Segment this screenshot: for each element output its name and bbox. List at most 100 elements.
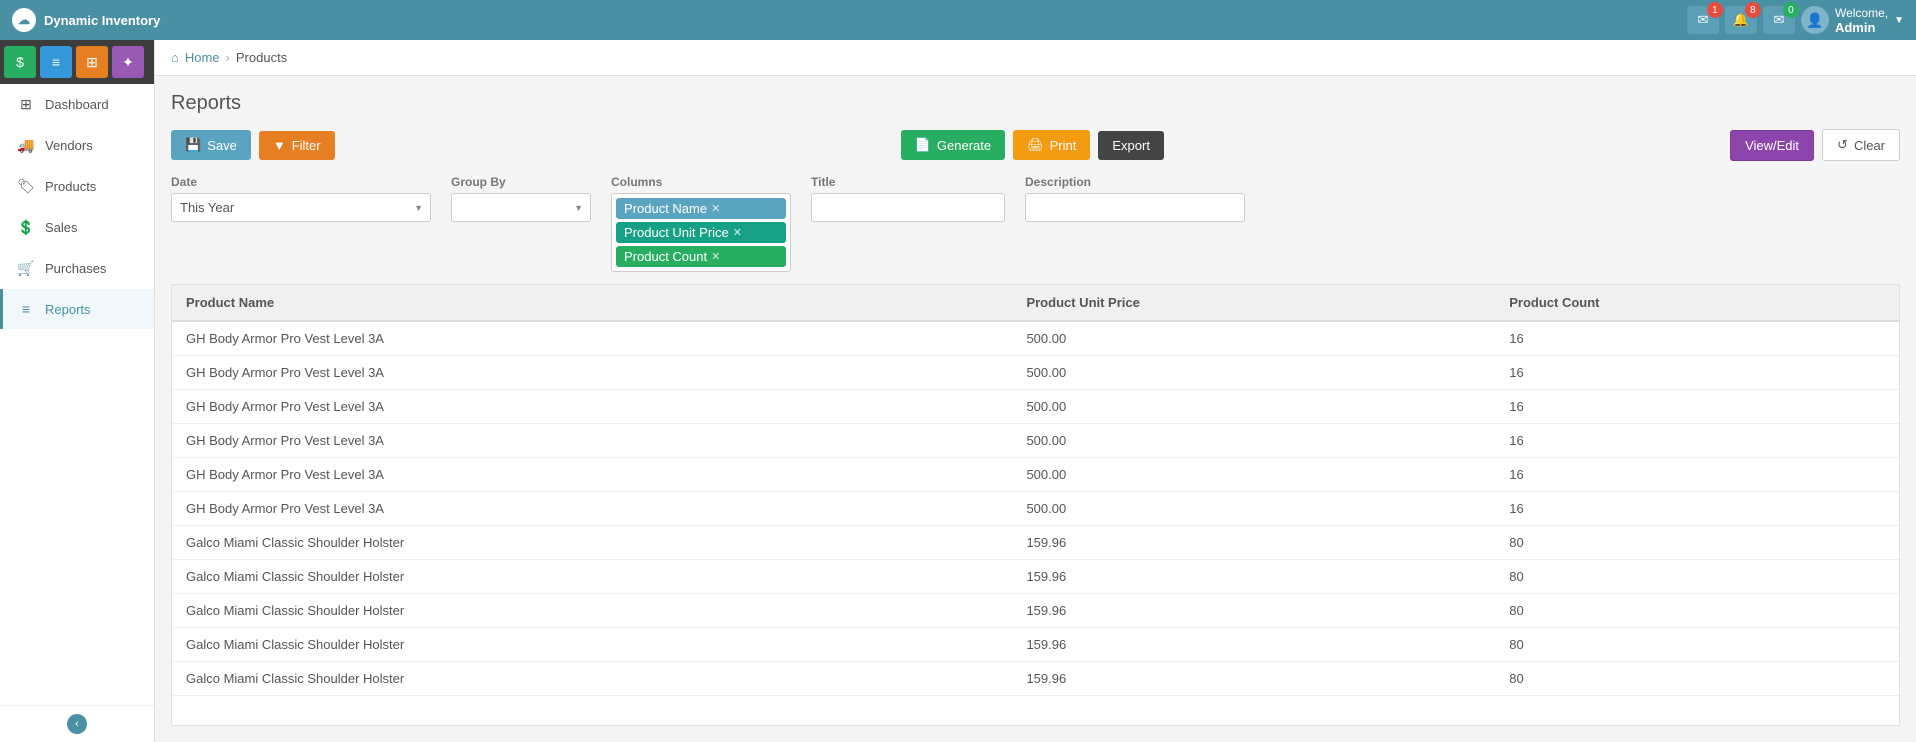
toolbar: 💾 Save ▼ Filter 📄 Generate 🖨 Print E (171, 129, 1900, 161)
table-row: GH Body Armor Pro Vest Level 3A 500.00 1… (172, 458, 1899, 492)
sidebar-list-button[interactable]: ≡ (40, 46, 72, 78)
product-unit-price-cell: 500.00 (1012, 321, 1495, 356)
envelope-badge: 0 (1783, 2, 1799, 18)
sidebar-item-dashboard[interactable]: ⊞ Dashboard (0, 84, 154, 125)
sidebar-item-purchases[interactable]: 🛒 Purchases (0, 248, 154, 289)
table-header: Product Name Product Unit Price Product … (172, 285, 1899, 321)
sidebar-dollar-button[interactable]: $ (4, 46, 36, 78)
sidebar-grid-button[interactable]: ✦ (112, 46, 144, 78)
user-menu[interactable]: 👤 Welcome,Admin ▼ (1801, 6, 1904, 35)
generate-button[interactable]: 📄 Generate (901, 130, 1005, 160)
product-unit-price-cell: 159.96 (1012, 560, 1495, 594)
description-filter-group: Description (1025, 175, 1245, 222)
navbar-right: ✉ 1 🔔 8 ✉ 0 👤 Welcome,Admin ▼ (1687, 6, 1904, 35)
sidebar: $ ≡ ⊞ ✦ ⊞ Dashboard 🚚 Vendors 🏷 Products… (0, 40, 155, 742)
print-button[interactable]: 🖨 Print (1013, 130, 1090, 160)
description-label: Description (1025, 175, 1245, 189)
envelope-icon: ✉ (1774, 12, 1785, 28)
product-count-cell: 16 (1495, 390, 1899, 424)
product-unit-price-close-icon[interactable]: ✕ (733, 226, 742, 239)
product-unit-price-cell: 159.96 (1012, 526, 1495, 560)
sidebar-item-vendors[interactable]: 🚚 Vendors (0, 125, 154, 166)
clear-button[interactable]: ↺ Clear (1822, 129, 1900, 161)
product-name-cell: GH Body Armor Pro Vest Level 3A (172, 492, 1012, 526)
filter-label: Filter (292, 138, 321, 153)
user-welcome: Welcome,Admin (1835, 6, 1888, 35)
sidebar-item-label: Products (45, 179, 96, 194)
generate-label: Generate (937, 138, 991, 153)
product-name-tag[interactable]: Product Name ✕ (616, 198, 786, 219)
table-row: GH Body Armor Pro Vest Level 3A 500.00 1… (172, 321, 1899, 356)
main-layout: $ ≡ ⊞ ✦ ⊞ Dashboard 🚚 Vendors 🏷 Products… (0, 40, 1916, 742)
description-input[interactable] (1025, 193, 1245, 222)
product-unit-price-cell: 500.00 (1012, 458, 1495, 492)
envelope-nav-button[interactable]: ✉ 0 (1763, 6, 1795, 34)
product-unit-price-tag[interactable]: Product Unit Price ✕ (616, 222, 786, 243)
sidebar-item-label: Purchases (45, 261, 106, 276)
page-content: Reports 💾 Save ▼ Filter 📄 Generate 🖨 (155, 76, 1916, 742)
data-table: Product Name Product Unit Price Product … (172, 285, 1899, 696)
table-row: Galco Miami Classic Shoulder Holster 159… (172, 628, 1899, 662)
table-row: GH Body Armor Pro Vest Level 3A 500.00 1… (172, 390, 1899, 424)
home-icon: ⌂ (171, 50, 179, 65)
date-select[interactable]: This Year Last Year This Month Last Mont… (171, 193, 431, 222)
brand-name: Dynamic Inventory (44, 13, 160, 28)
product-unit-price-cell: 159.96 (1012, 594, 1495, 628)
product-name-cell: Galco Miami Classic Shoulder Holster (172, 662, 1012, 696)
sidebar-item-label: Vendors (45, 138, 93, 153)
product-name-cell: GH Body Armor Pro Vest Level 3A (172, 356, 1012, 390)
view-edit-label: View/Edit (1745, 138, 1799, 153)
product-count-cell: 16 (1495, 492, 1899, 526)
table-body: GH Body Armor Pro Vest Level 3A 500.00 1… (172, 321, 1899, 696)
sidebar-icon-bar: $ ≡ ⊞ ✦ (0, 40, 154, 84)
product-unit-price-col-header: Product Unit Price (1012, 285, 1495, 321)
product-name-tag-label: Product Name (624, 201, 707, 216)
breadcrumb-home[interactable]: Home (185, 50, 220, 65)
products-icon: 🏷 (17, 178, 35, 195)
export-button[interactable]: Export (1098, 131, 1164, 160)
product-count-tag[interactable]: Product Count ✕ (616, 246, 786, 267)
product-count-cell: 80 (1495, 594, 1899, 628)
product-unit-price-tag-label: Product Unit Price (624, 225, 729, 240)
sidebar-item-label: Sales (45, 220, 78, 235)
navbar: ☁ Dynamic Inventory ✉ 1 🔔 8 ✉ 0 👤 Welcom… (0, 0, 1916, 40)
brand-icon: ☁ (12, 8, 36, 32)
reports-icon: ≡ (17, 301, 35, 317)
product-count-close-icon[interactable]: ✕ (711, 250, 720, 263)
sidebar-collapse[interactable]: ‹ (0, 705, 154, 742)
sidebar-nav: ⊞ Dashboard 🚚 Vendors 🏷 Products 💲 Sales… (0, 84, 154, 705)
sales-icon: 💲 (17, 219, 35, 236)
product-unit-price-cell: 500.00 (1012, 492, 1495, 526)
save-button[interactable]: 💾 Save (171, 130, 251, 160)
product-count-cell: 80 (1495, 662, 1899, 696)
product-unit-price-cell: 159.96 (1012, 628, 1495, 662)
group-by-select-wrap: Product Category Vendor (451, 193, 591, 222)
product-count-col-header: Product Count (1495, 285, 1899, 321)
sidebar-item-products[interactable]: 🏷 Products (0, 166, 154, 207)
product-name-close-icon[interactable]: ✕ (711, 202, 720, 215)
page-title: Reports (171, 92, 1900, 115)
group-by-select[interactable]: Product Category Vendor (451, 193, 591, 222)
sidebar-item-sales[interactable]: 💲 Sales (0, 207, 154, 248)
breadcrumb-current: Products (236, 50, 287, 65)
purchases-icon: 🛒 (17, 260, 35, 277)
content-area: ⌂ Home › Products Reports 💾 Save ▼ Filte… (155, 40, 1916, 742)
title-filter-group: Title (811, 175, 1005, 222)
group-by-filter-group: Group By Product Category Vendor (451, 175, 591, 222)
product-unit-price-cell: 500.00 (1012, 424, 1495, 458)
bell-nav-button[interactable]: 🔔 8 (1725, 6, 1757, 34)
product-name-cell: GH Body Armor Pro Vest Level 3A (172, 321, 1012, 356)
product-count-tag-label: Product Count (624, 249, 707, 264)
product-name-cell: GH Body Armor Pro Vest Level 3A (172, 424, 1012, 458)
mail-nav-button[interactable]: ✉ 1 (1687, 6, 1719, 34)
view-edit-button[interactable]: View/Edit (1730, 130, 1814, 161)
collapse-icon[interactable]: ‹ (67, 714, 87, 734)
sidebar-item-reports[interactable]: ≡ Reports (0, 289, 154, 329)
table-row: Galco Miami Classic Shoulder Holster 159… (172, 662, 1899, 696)
filter-button[interactable]: ▼ Filter (259, 131, 335, 160)
title-input[interactable] (811, 193, 1005, 222)
breadcrumb: ⌂ Home › Products (155, 40, 1916, 76)
date-label: Date (171, 175, 431, 189)
sidebar-item-label: Dashboard (45, 97, 109, 112)
sidebar-box-button[interactable]: ⊞ (76, 46, 108, 78)
